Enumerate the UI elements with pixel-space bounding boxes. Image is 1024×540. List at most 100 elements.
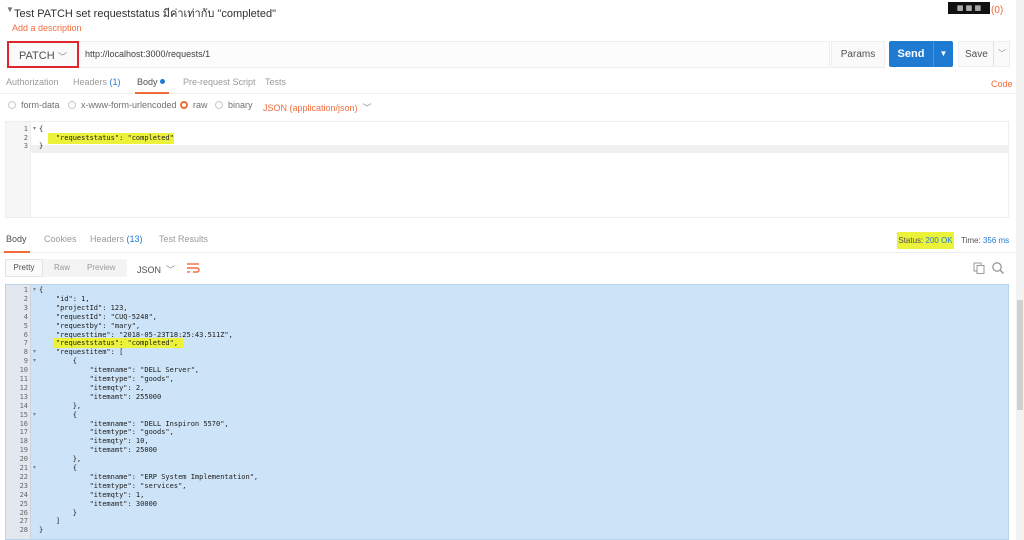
search-icon[interactable]	[991, 261, 1005, 275]
radio-selected-icon	[180, 101, 188, 109]
scrollbar-thumb[interactable]	[1017, 300, 1023, 410]
line-number: 2	[23, 133, 28, 142]
line-number: 28	[19, 526, 28, 535]
radio-binary[interactable]: binary	[215, 100, 253, 110]
response-body-viewer[interactable]: 1 ▾{2 "id": 1, 3 "projectId": 123, 4 "reque…	[5, 284, 1009, 540]
chevron-down-icon: ﹀	[362, 103, 372, 113]
code-line: "itemtype": "services",	[39, 481, 187, 490]
line-number: 12	[19, 383, 28, 392]
tab-pre-request-script[interactable]: Pre-request Script	[183, 77, 256, 87]
line-number: 17	[19, 428, 28, 437]
fold-toggle-icon[interactable]: ▾	[33, 125, 36, 132]
fold-toggle-icon[interactable]: ▾	[33, 348, 36, 355]
content-type-select[interactable]: JSON (application/json) ﹀	[263, 101, 372, 114]
status-badge: Status: 200 OK	[897, 232, 954, 249]
line-number: 27	[19, 517, 28, 526]
line-number: 25	[19, 499, 28, 508]
modified-dot-icon	[159, 79, 165, 84]
code-line: "requeststatus": "completed"	[39, 133, 174, 142]
chevron-down-icon: ﹀	[166, 265, 176, 275]
code-line: },	[39, 401, 82, 410]
radio-urlencoded[interactable]: x-www-form-urlencoded	[68, 100, 177, 110]
comments-count[interactable]: (0)	[991, 5, 1003, 16]
page-scrollbar[interactable]	[1016, 0, 1024, 540]
response-tabs: Body Cookies Headers (13) Test Results S…	[0, 231, 1024, 253]
request-title-bar: ▼ Test PATCH set requeststatus มีค่าเท่า…	[0, 0, 1024, 20]
tab-label: Authorization	[6, 77, 59, 87]
tab-headers[interactable]: Headers (1)	[73, 77, 121, 87]
tab-label: Headers	[73, 77, 108, 87]
line-number: 11	[19, 375, 28, 383]
method-select[interactable]: PATCH ﹀	[7, 41, 79, 68]
send-button[interactable]: Send ▼	[889, 41, 953, 67]
save-button[interactable]: Save ﹀	[958, 41, 1010, 67]
code-line: "itemname": "DELL Inspiron 5570",	[39, 419, 229, 428]
code-line: "itemamt": 25000	[39, 446, 158, 455]
params-button[interactable]: Params	[831, 41, 885, 68]
radio-raw[interactable]: raw	[180, 100, 208, 110]
code-line: "itemqty": 1,	[39, 490, 145, 499]
tab-label: Cookies	[44, 234, 77, 244]
line-number: 5	[23, 321, 28, 330]
fold-toggle-icon[interactable]: ▾	[33, 411, 36, 418]
radio-circle-icon	[8, 101, 16, 109]
time-label: Time:	[961, 236, 981, 245]
add-description-link[interactable]: Add a description	[12, 23, 82, 33]
request-body-editor[interactable]: 1 ▾{2 "requeststatus": "completed" 3}	[5, 121, 1009, 218]
response-time: Time: 356 ms	[961, 236, 1009, 245]
code-line: "itemname": "DELL Server",	[39, 366, 200, 375]
tab-test-results[interactable]: Test Results	[159, 234, 208, 244]
save-options-chevron-icon[interactable]: ﹀	[993, 42, 1010, 66]
code-line: "requeststatus": "completed",	[39, 339, 179, 348]
line-number: 4	[23, 312, 28, 321]
line-number: 18	[19, 437, 28, 446]
radio-form-data[interactable]: form-data	[8, 100, 60, 110]
tab-response-headers[interactable]: Headers (13)	[90, 234, 143, 244]
code-line: "requestId": "CUQ-5248",	[39, 312, 158, 321]
copy-icon[interactable]	[973, 262, 985, 274]
fold-toggle-icon[interactable]: ▾	[33, 464, 36, 471]
tab-label: Body	[6, 234, 27, 244]
line-number: 10	[19, 366, 28, 375]
collapse-caret-icon[interactable]: ▼	[6, 5, 14, 14]
active-tab-indicator	[135, 92, 169, 94]
tab-cookies[interactable]: Cookies	[44, 234, 77, 244]
active-line	[31, 145, 1008, 153]
line-number: 6	[23, 330, 28, 339]
status-value: 200 OK	[925, 236, 953, 245]
tab-label: Body	[137, 77, 158, 87]
request-title[interactable]: Test PATCH set requeststatus มีค่าเท่ากั…	[14, 4, 276, 22]
tab-response-body[interactable]: Body	[6, 234, 27, 244]
line-number: 22	[19, 472, 28, 481]
tab-body[interactable]: Body	[137, 77, 165, 87]
content-type-label: JSON (application/json)	[263, 103, 358, 113]
code-line: "itemqty": 10,	[39, 437, 149, 446]
body-type-options: form-data x-www-form-urlencoded raw bina…	[0, 98, 1024, 114]
fold-toggle-icon[interactable]: ▾	[33, 286, 36, 293]
code-link[interactable]: Code	[991, 79, 1013, 89]
view-pretty[interactable]: Pretty	[5, 259, 43, 277]
code-line: }	[39, 526, 44, 535]
send-options-chevron-icon[interactable]: ▼	[933, 41, 953, 67]
tab-label: Pre-request Script	[183, 77, 256, 87]
tab-authorization[interactable]: Authorization	[6, 77, 59, 87]
view-raw[interactable]: Raw	[54, 263, 70, 272]
line-number: 26	[19, 508, 28, 517]
code-line: "requesttime": "2018-05-23T18:25:43.511Z…	[39, 330, 233, 339]
code-line: "projectId": 123,	[39, 303, 128, 312]
format-label: JSON	[137, 265, 162, 275]
line-number: 1	[23, 125, 28, 133]
wrap-lines-icon[interactable]	[186, 262, 200, 274]
view-preview[interactable]: Preview	[87, 263, 115, 272]
tab-tests[interactable]: Tests	[265, 77, 286, 87]
line-number: 8	[23, 348, 28, 357]
fold-toggle-icon[interactable]: ▾	[33, 357, 36, 364]
code-line: }	[39, 508, 77, 517]
code-line: {	[39, 464, 77, 472]
format-select[interactable]: JSON ﹀	[137, 263, 175, 276]
chevron-down-icon: ﹀	[58, 52, 68, 62]
active-tab-indicator	[4, 251, 30, 253]
line-number: 24	[19, 490, 28, 499]
code-line: {	[39, 410, 77, 419]
url-input[interactable]: http://localhost:3000/requests/1	[79, 41, 830, 68]
